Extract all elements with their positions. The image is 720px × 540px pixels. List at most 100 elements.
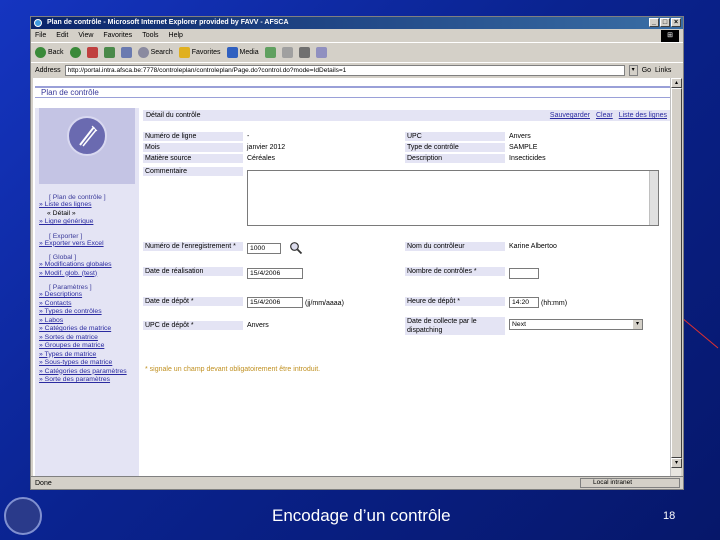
slide-decoration xyxy=(681,317,719,349)
maximize-button[interactable]: □ xyxy=(660,18,670,27)
upc-value: Anvers xyxy=(509,133,531,140)
type-controle-value: SAMPLE xyxy=(509,144,538,151)
sidebar-item[interactable]: » Ligne générique xyxy=(39,218,139,227)
media-button[interactable]: Media xyxy=(226,47,259,58)
menu-view[interactable]: View xyxy=(78,32,93,39)
sidebar-item[interactable]: » Types de contrôles xyxy=(39,308,139,317)
description-value: Insecticides xyxy=(509,155,546,162)
stop-button[interactable] xyxy=(86,47,98,58)
num-enreg-label: Numéro de l'enregistrement * xyxy=(143,242,243,251)
mois-value: janvier 2012 xyxy=(247,144,286,151)
status-bar: Done Local intranet xyxy=(31,476,683,489)
required-note: * signale un champ devant obligatoiremen… xyxy=(145,366,321,373)
heure-depot-input[interactable]: 14:20 xyxy=(509,297,539,308)
sidebar-item[interactable]: » Sous-types de matrice xyxy=(39,359,139,368)
window-title: Plan de contrôle - Microsoft Internet Ex… xyxy=(47,19,289,26)
back-arrow-icon xyxy=(35,47,46,58)
favorites-button[interactable]: Favorites xyxy=(178,47,221,58)
date-collecte-selected: Next xyxy=(512,321,526,328)
sidebar-section-title: [ Global ] xyxy=(49,254,77,261)
menu-tools[interactable]: Tools xyxy=(142,32,158,39)
print-button[interactable] xyxy=(298,47,310,58)
sidebar-item[interactable]: » Types de matrice xyxy=(39,351,139,360)
mail-button[interactable] xyxy=(281,47,293,58)
sidebar-item[interactable]: » Groupes de matrice xyxy=(39,342,139,351)
date-realisation-label: Date de réalisation xyxy=(143,267,243,276)
menu-edit[interactable]: Edit xyxy=(56,32,68,39)
menu-help[interactable]: Help xyxy=(169,32,183,39)
commentaire-textarea[interactable] xyxy=(247,170,659,226)
date-realisation-input[interactable]: 15/4/2006 xyxy=(247,268,303,279)
home-button[interactable] xyxy=(120,47,132,58)
sidebar-item: « Détail » xyxy=(47,209,76,217)
star-icon xyxy=(178,47,190,58)
clear-link[interactable]: Clear xyxy=(596,110,613,121)
sidebar-item[interactable]: » Labos xyxy=(39,317,139,326)
scroll-thumb[interactable] xyxy=(671,88,682,458)
browser-window: Plan de contrôle - Microsoft Internet Ex… xyxy=(30,16,684,490)
media-icon xyxy=(226,47,238,58)
sidebar-item[interactable]: » Exporter vers Excel xyxy=(39,240,139,249)
slide-page-number: 18 xyxy=(663,510,676,522)
num-enreg-input[interactable]: 1000 xyxy=(247,243,281,254)
fork-knife-icon xyxy=(79,125,98,147)
scroll-up-button[interactable]: ▴ xyxy=(671,78,682,88)
afsca-logo-icon xyxy=(67,116,107,156)
windows-logo-icon: ⊞ xyxy=(661,30,679,42)
sidebar-item[interactable]: » Catégories des paramètres xyxy=(39,368,139,377)
sidebar-item[interactable]: » Contacts xyxy=(39,300,139,309)
search-icon[interactable] xyxy=(289,241,303,255)
logo-box xyxy=(39,108,135,184)
afsca-logo-icon xyxy=(4,497,42,535)
upc-depot-label: UPC de dépôt * xyxy=(143,321,243,330)
status-text: Done xyxy=(35,479,52,487)
slide-caption: Encodage d’un contrôle xyxy=(272,506,451,525)
minimize-button[interactable]: _ xyxy=(649,18,659,27)
menu-bar: File Edit View Favorites Tools Help ⊞ xyxy=(31,29,683,43)
security-zone: Local intranet xyxy=(580,478,680,488)
num-ligne-label: Numéro de ligne xyxy=(143,132,243,141)
nombre-controles-input[interactable] xyxy=(509,268,539,279)
upc-label: UPC xyxy=(405,132,505,141)
save-link[interactable]: Sauvegarder xyxy=(550,110,590,121)
date-depot-input[interactable]: 15/4/2006 xyxy=(247,297,303,308)
sidebar-item[interactable]: » Sorte des paramètres xyxy=(39,376,139,385)
address-dropdown[interactable]: ▾ xyxy=(628,64,638,76)
address-label: Address xyxy=(35,66,61,74)
commentaire-scrollbar[interactable] xyxy=(649,171,658,225)
sidebar-section-title: [ Exporter ] xyxy=(49,232,83,240)
sidebar-item[interactable]: » Liste des lignes xyxy=(39,201,139,210)
sidebar-item[interactable]: » Modifications globales xyxy=(39,261,139,270)
matiere-value: Céréales xyxy=(247,155,276,162)
page-scrollbar[interactable]: ▴ ▾ xyxy=(670,78,682,476)
date-collecte-label: Date de collecte par le dispatching xyxy=(405,317,505,335)
detail-title: Détail du contrôle xyxy=(146,112,201,119)
search-button[interactable]: Search xyxy=(137,47,173,58)
list-lines-link[interactable]: Liste des lignes xyxy=(619,110,667,121)
sidebar-item[interactable]: » Modif. glob. (test) xyxy=(39,270,139,279)
forward-button[interactable] xyxy=(69,47,81,58)
page-title: Plan de contrôle xyxy=(35,86,671,98)
edit-button[interactable] xyxy=(315,47,327,58)
date-collecte-select[interactable]: Next ▾ xyxy=(509,319,643,330)
address-input[interactable]: http://portal.intra.afsca.be:7778/contro… xyxy=(64,64,625,76)
links-label[interactable]: Links xyxy=(655,67,671,74)
matiere-label: Matière source xyxy=(143,154,243,163)
close-button[interactable]: × xyxy=(671,18,681,27)
scroll-down-button[interactable]: ▾ xyxy=(671,458,682,468)
menu-file[interactable]: File xyxy=(35,32,46,39)
back-button[interactable]: Back xyxy=(35,47,64,58)
commentaire-label: Commentaire xyxy=(143,167,243,176)
sidebar-item[interactable]: » Descriptions xyxy=(39,291,139,300)
menu-favorites[interactable]: Favorites xyxy=(103,32,132,39)
description-label: Description xyxy=(405,154,505,163)
sidebar-item[interactable]: » Sortes de matrice xyxy=(39,334,139,343)
refresh-button[interactable] xyxy=(103,47,115,58)
chevron-down-icon: ▾ xyxy=(633,320,642,329)
sidebar-item[interactable]: » Catégories de matrice xyxy=(39,325,139,334)
history-button[interactable] xyxy=(264,47,276,58)
nombre-controles-label: Nombre de contrôles * xyxy=(405,267,505,276)
sidebar-nav: [ Plan de contrôle ]» Liste des lignes « … xyxy=(39,188,139,385)
toolbar: Back Search Favorites Media xyxy=(31,43,683,63)
go-button[interactable]: Go xyxy=(642,67,651,74)
